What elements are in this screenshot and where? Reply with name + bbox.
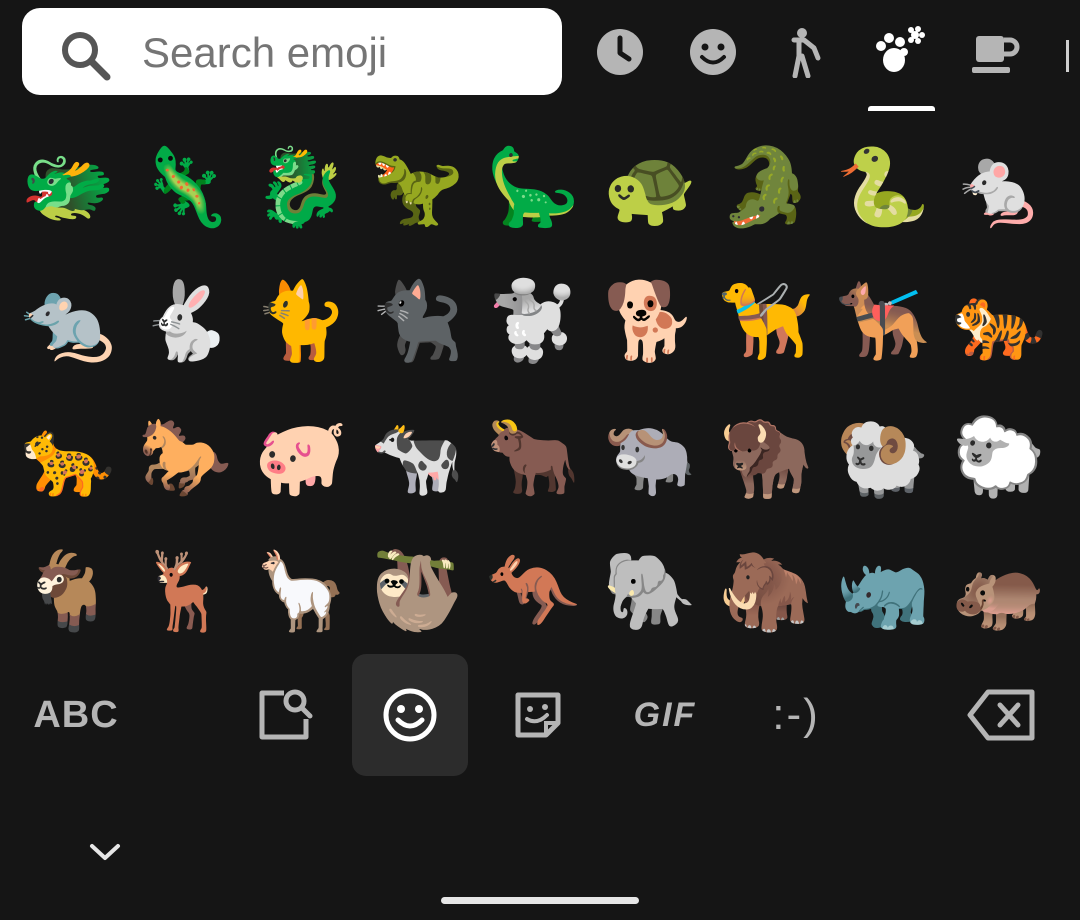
emoji-key[interactable]: 🐢 bbox=[596, 133, 704, 241]
emoji-key[interactable]: 🐲 bbox=[14, 133, 122, 241]
emoji-tab-button[interactable] bbox=[352, 654, 468, 776]
emoji-key[interactable]: 🐕 bbox=[596, 267, 704, 375]
emoji-key[interactable]: 🐕‍🦺 bbox=[829, 267, 937, 375]
gesture-navigation-handle[interactable] bbox=[441, 897, 639, 904]
emoticon-label: :-) bbox=[772, 690, 820, 739]
person-icon bbox=[791, 28, 821, 78]
emoji-key[interactable]: 🐇 bbox=[131, 267, 239, 375]
emoji-key[interactable]: 🐈‍⬛ bbox=[363, 267, 471, 375]
gif-label: GIF bbox=[633, 695, 697, 734]
category-food-drink[interactable] bbox=[962, 20, 1026, 84]
emoji-key[interactable]: 🦥 bbox=[363, 537, 471, 645]
emoji-key[interactable]: 🦌 bbox=[131, 537, 239, 645]
selected-category-indicator bbox=[868, 106, 935, 111]
emoji-key[interactable]: 🦙 bbox=[247, 537, 355, 645]
emoji-key[interactable]: 🐁 bbox=[945, 133, 1053, 241]
category-people[interactable] bbox=[774, 20, 838, 84]
emoji-key[interactable]: 🐈 bbox=[247, 267, 355, 375]
emoji-key[interactable]: 🐄 bbox=[363, 403, 471, 511]
backspace-icon bbox=[967, 689, 1035, 741]
gif-button[interactable]: GIF bbox=[607, 654, 723, 776]
category-smileys[interactable] bbox=[681, 20, 745, 84]
smiley-icon bbox=[690, 29, 736, 75]
emoji-key[interactable]: 🐀 bbox=[14, 267, 122, 375]
emoji-key[interactable]: 🐆 bbox=[14, 403, 122, 511]
emoji-key[interactable]: 🐎 bbox=[131, 403, 239, 511]
sticker-button[interactable] bbox=[480, 654, 596, 776]
category-scroll-edge bbox=[1066, 40, 1069, 72]
emoji-key[interactable]: 🐅 bbox=[945, 267, 1053, 375]
category-animals-nature[interactable] bbox=[868, 20, 932, 84]
emoji-key[interactable]: 🐐 bbox=[14, 537, 122, 645]
emoji-key[interactable]: 🦎 bbox=[131, 133, 239, 241]
image-search-icon bbox=[259, 689, 313, 740]
emoji-key[interactable]: 🦏 bbox=[829, 537, 937, 645]
collapse-keyboard-button[interactable] bbox=[82, 832, 128, 872]
sticker-icon bbox=[515, 692, 561, 738]
emoji-key[interactable]: 🦕 bbox=[479, 133, 587, 241]
emoji-key[interactable]: 🦬 bbox=[712, 403, 820, 511]
emoji-key[interactable]: 🐍 bbox=[829, 133, 937, 241]
clock-icon bbox=[597, 29, 643, 75]
emoji-key[interactable]: 🦛 bbox=[945, 537, 1053, 645]
emoji-key[interactable]: 🐂 bbox=[479, 403, 587, 511]
paw-flower-icon bbox=[876, 26, 925, 72]
emoji-key[interactable]: 🐘 bbox=[596, 537, 704, 645]
emoticon-button[interactable]: :-) bbox=[738, 654, 854, 776]
abc-keyboard-button[interactable]: ABC bbox=[18, 654, 134, 776]
emoji-key[interactable]: 🦮 bbox=[712, 267, 820, 375]
emoji-search-box[interactable] bbox=[22, 8, 562, 95]
emoji-key[interactable]: 🦣 bbox=[712, 537, 820, 645]
smiley-icon bbox=[383, 688, 437, 742]
coffee-cup-icon bbox=[972, 36, 1020, 73]
category-recent[interactable] bbox=[588, 20, 652, 84]
abc-label: ABC bbox=[33, 693, 119, 736]
emoji-key[interactable]: 🐏 bbox=[829, 403, 937, 511]
backspace-button[interactable] bbox=[944, 654, 1060, 776]
emoji-key[interactable]: 🦘 bbox=[479, 537, 587, 645]
emoji-key[interactable]: 🐩 bbox=[479, 267, 587, 375]
emoji-key[interactable]: 🐊 bbox=[712, 133, 820, 241]
search-icon bbox=[62, 32, 111, 81]
emoji-key[interactable]: 🐖 bbox=[247, 403, 355, 511]
search-input[interactable] bbox=[140, 22, 544, 84]
emoji-key[interactable]: 🐑 bbox=[945, 403, 1053, 511]
emoji-key[interactable]: 🐃 bbox=[596, 403, 704, 511]
emoji-search-button[interactable] bbox=[226, 654, 342, 776]
chevron-down-icon bbox=[90, 844, 120, 860]
emoji-key[interactable]: 🦖 bbox=[363, 133, 471, 241]
emoji-key[interactable]: 🐉 bbox=[247, 133, 355, 241]
